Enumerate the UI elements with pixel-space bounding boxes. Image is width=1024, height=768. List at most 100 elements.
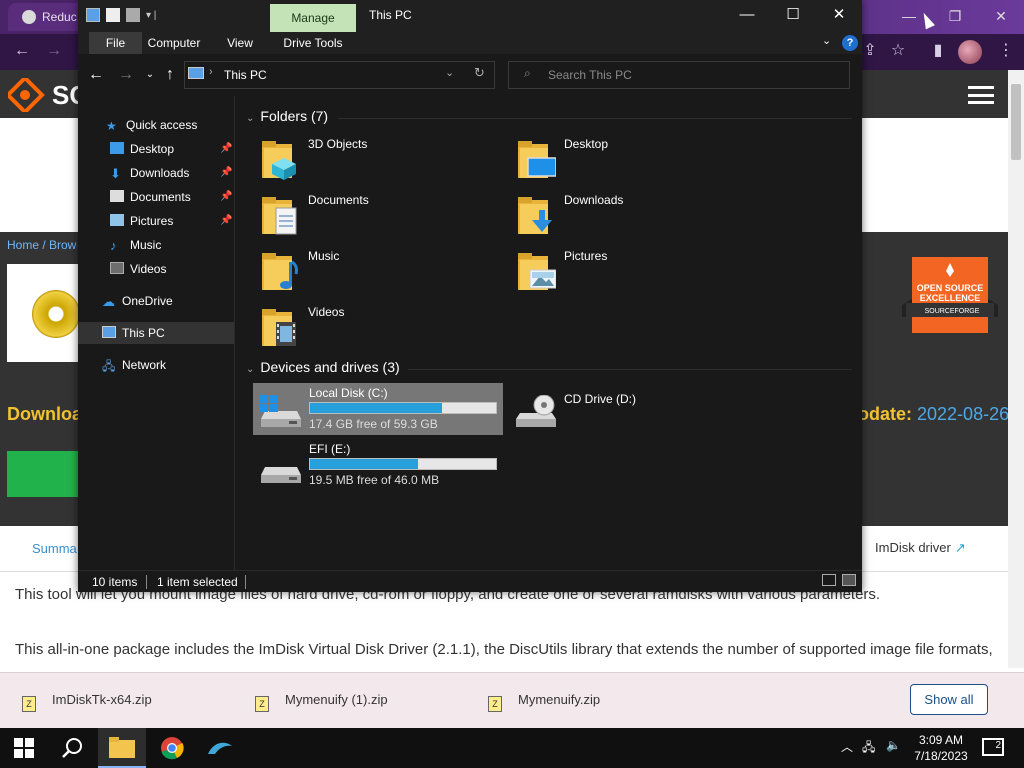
group-divider [408,369,852,370]
download-item[interactable]: Z Mymenuify.zip [488,692,600,712]
browser-forward-button[interactable]: → [42,40,66,62]
download-item-name: Mymenuify.zip [518,692,601,707]
clock-time: 3:09 AM [918,733,964,747]
nav-item-documents[interactable]: Documents [110,186,191,208]
status-selection: 1 item selected [157,575,238,589]
drive-local-disk-c[interactable]: Local Disk (C:) 17.4 GB free of 59.3 GB [253,383,503,435]
tray-chevron-icon[interactable]: ︿ [841,738,853,755]
volume-icon[interactable]: 🔈 [886,738,901,752]
new-folder-icon[interactable] [126,7,140,22]
nav-item-desktop[interactable]: Desktop [110,138,174,160]
nav-item-pictures[interactable]: Pictures [110,210,173,232]
folder-label: 3D Objects [308,137,368,151]
breadcrumb[interactable]: Home / Brow [7,238,76,252]
pin-icon[interactable]: 📌 [220,167,232,178]
folder-label: Videos [308,305,345,319]
tab-summary[interactable]: Summa [32,541,77,556]
nav-quick-access[interactable]: ★ Quick access [106,114,197,136]
download-item[interactable]: Z ImDiskTk-x64.zip [22,692,152,712]
nav-this-pc[interactable]: This PC [102,322,165,344]
properties-icon[interactable] [106,7,120,22]
explorer-close-button[interactable]: ✕ [816,0,862,32]
taskbar-app[interactable] [196,728,244,768]
star-icon: ★ [106,119,117,133]
browser-menu-icon[interactable]: ⋮ [994,40,1018,62]
site-menu-icon[interactable] [968,86,994,104]
window-title: This PC [369,8,412,22]
explorer-minimize-button[interactable]: — [724,0,770,32]
address-dropdown-icon[interactable]: ⌄ [445,66,454,79]
manage-tab[interactable]: Manage [270,4,356,32]
browser-back-button[interactable]: ← [10,40,34,62]
taskbar-clock[interactable]: 3:09 AM 7/18/2023 [910,732,972,764]
ribbon-tab-view[interactable]: View [221,32,259,54]
drive-cd-d[interactable]: CD Drive (D:) [508,383,758,435]
back-button[interactable]: ← [86,64,106,86]
details-view-icon[interactable] [822,574,836,586]
download-item[interactable]: Z Mymenuify (1).zip [255,692,388,712]
imdisk-driver-link[interactable]: ImDisk driver ↗ [875,540,966,556]
nav-onedrive[interactable]: ☁ OneDrive [102,290,173,312]
up-button[interactable]: ↑ [160,64,180,86]
folder-pictures[interactable]: Pictures [518,248,758,296]
film-icon [110,262,124,274]
bookmark-star-icon[interactable]: ☆ [886,40,910,62]
nav-item-videos[interactable]: Videos [110,258,166,280]
address-text[interactable]: This PC [224,68,267,82]
forward-button[interactable]: → [116,64,136,86]
this-pc-icon [188,67,204,79]
folder-3d-objects[interactable]: 3D Objects [262,136,502,184]
side-panel-icon[interactable]: ▮ [926,40,950,62]
download-button[interactable] [7,451,79,497]
nav-item-downloads[interactable]: ⬇ Downloads [110,162,189,184]
help-icon[interactable]: ? [842,35,858,51]
network-icon: 🖧 [102,359,116,373]
ribbon-tab-file[interactable]: File [89,32,142,54]
recent-locations-icon[interactable]: ⌄ [140,64,160,86]
status-separator [245,575,246,589]
folders-group-header[interactable]: ⌄ Folders (7) [246,108,328,124]
desktop-icon [110,142,124,154]
folder-desktop[interactable]: Desktop [518,136,758,184]
refresh-icon[interactable]: ↻ [474,65,485,81]
this-pc-icon [86,7,100,22]
pin-icon[interactable]: 📌 [220,191,232,202]
browser-close-button[interactable]: ✕ [978,0,1024,32]
explorer-maximize-button[interactable]: ☐ [770,0,816,32]
taskbar-search-button[interactable] [48,728,96,768]
taskbar-file-explorer[interactable] [98,728,146,768]
view-buttons [816,574,856,589]
start-button[interactable] [0,728,48,768]
folder-videos[interactable]: Videos [262,304,502,352]
folder-label: Pictures [564,249,608,263]
notification-center-icon[interactable]: 2 [982,738,1004,756]
zip-file-icon: Z [488,696,502,712]
ribbon-expand-icon[interactable]: ⌄ [822,34,831,47]
folder-downloads[interactable]: Downloads [518,192,758,240]
desktop-folder-icon [518,141,556,178]
taskbar-chrome[interactable] [148,728,196,768]
breadcrumb-chevron-icon[interactable]: › [209,66,213,78]
large-icons-view-icon[interactable] [842,574,856,586]
ribbon-tab-computer[interactable]: Computer [142,32,206,54]
sourceforge-logo-icon[interactable] [8,78,46,112]
nav-network[interactable]: 🖧 Network [102,354,166,376]
badge-line2: EXCELLENCE [920,293,981,303]
dolphin-app-icon [208,742,232,754]
pin-icon[interactable]: 📌 [220,143,232,154]
folder-documents[interactable]: Documents [262,192,502,240]
nav-item-music[interactable]: ♪ Music [110,234,161,256]
pin-icon[interactable]: 📌 [220,215,232,226]
last-update-label: odate: 2022-08-26 [858,404,1009,425]
folder-music[interactable]: Music [262,248,502,296]
profile-avatar[interactable] [958,40,982,64]
drives-group-header[interactable]: ⌄ Devices and drives (3) [246,359,400,375]
ribbon-tab-drive-tools[interactable]: Drive Tools [278,32,348,54]
drive-usage-bar [309,458,497,470]
page-scrollbar-thumb[interactable] [1011,84,1021,160]
show-all-button[interactable]: Show all [910,684,988,715]
drive-efi-e[interactable]: EFI (E:) 19.5 MB free of 46.0 MB [253,439,503,491]
qat-dropdown-icon[interactable]: ▾ | [146,10,156,21]
network-icon[interactable]: 🖧 [862,738,875,759]
browser-restore-button[interactable]: ❐ [932,0,978,32]
